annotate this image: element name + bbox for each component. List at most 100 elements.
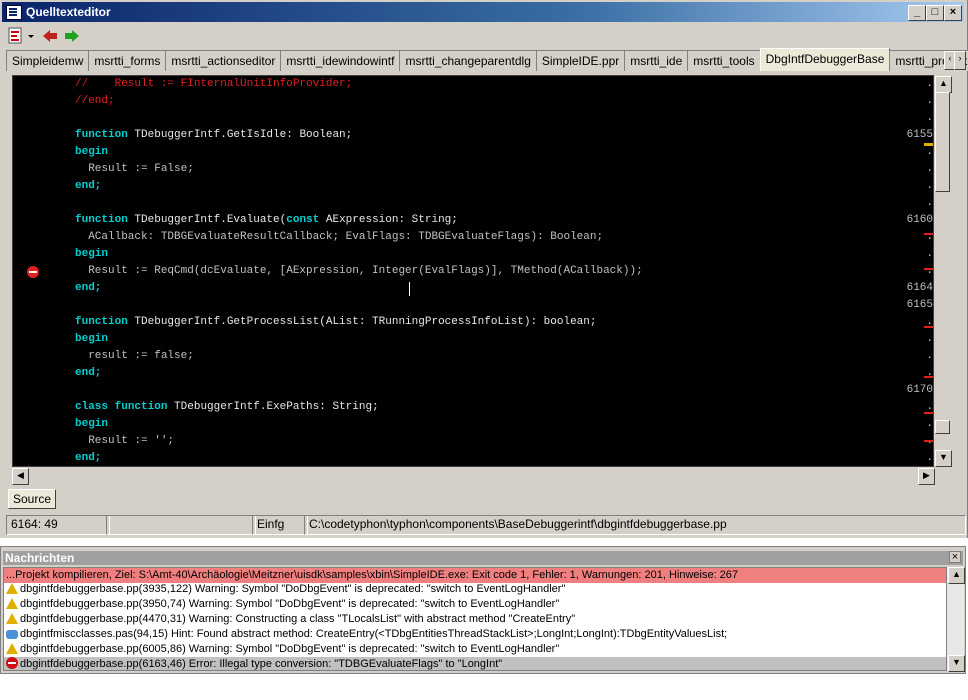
code-text: end; <box>75 452 102 464</box>
code-text: end; <box>75 367 102 379</box>
editor-horizontal-scrollbar[interactable]: ◀ ▶ <box>12 468 935 485</box>
editor-vertical-scrollbar[interactable]: ▲ ▼ <box>934 75 952 467</box>
code-line[interactable]: . begin <box>13 246 933 263</box>
line-number: . <box>926 146 933 158</box>
overview-error-mark <box>924 233 933 235</box>
forward-arrow-icon[interactable] <box>64 27 80 45</box>
message-row[interactable]: dbgintfmiscclasses.pas(94,15) Hint: Foun… <box>4 627 946 642</box>
messages-panel: Nachrichten × ...Projekt kompilieren, Zi… <box>0 546 966 674</box>
source-file-icon[interactable] <box>8 27 22 45</box>
code-line[interactable]: 6165 <box>13 297 933 314</box>
code-text: //end; <box>75 95 115 107</box>
scroll-down-icon[interactable]: ▼ <box>935 450 952 467</box>
tab-msrtti-idewindowintf[interactable]: msrtti_idewindowintf <box>280 50 401 71</box>
title-bar[interactable]: Quelltexteditor _ □ × <box>2 2 964 22</box>
tab-msrtti-changeparentdlg[interactable]: msrtti_changeparentdlg <box>399 50 537 71</box>
scroll-up-icon[interactable]: ▲ <box>948 567 965 584</box>
tab-dbgintfdebuggerbase[interactable]: DbgIntfDebuggerBase <box>759 48 891 71</box>
message-row[interactable]: dbgintfdebuggerbase.pp(3950,74) Warning:… <box>4 597 946 612</box>
modified-indicator <box>106 515 256 535</box>
code-editor[interactable]: . // Result := FInternalUnitInfoProvider;… <box>12 75 934 467</box>
dropdown-arrow-icon[interactable] <box>26 27 36 45</box>
code-line[interactable]: . end; <box>13 365 933 382</box>
source-view-tab[interactable]: Source <box>8 489 56 509</box>
code-text: // Result := FInternalUnitInfoProvider; <box>75 78 353 90</box>
code-line[interactable]: . begin <box>13 331 933 348</box>
minimize-button[interactable]: _ <box>908 5 926 21</box>
line-number: 6160 <box>906 214 933 226</box>
line-number: 6155 <box>906 129 933 141</box>
code-text: begin <box>75 146 109 158</box>
code-line[interactable]: . //end; <box>13 93 933 110</box>
line-number: . <box>926 180 933 192</box>
code-text: function TDebuggerIntf.GetProcessList(AL… <box>75 316 597 328</box>
messages-list[interactable]: ...Projekt kompilieren, Ziel: S:\Amt-40\… <box>3 567 947 671</box>
code-text: class function TDebuggerIntf.ExePaths: S… <box>75 401 379 413</box>
scroll-page-button[interactable] <box>935 420 950 434</box>
code-text: ACallback: TDBGEvaluateResultCallback; E… <box>75 231 604 243</box>
code-line[interactable]: . Result := ReqCmd(dcEvaluate, [AExpress… <box>13 263 933 280</box>
scroll-thumb[interactable] <box>935 92 950 192</box>
code-line[interactable]: 6160 function TDebuggerIntf.Evaluate(cons… <box>13 212 933 229</box>
code-text: end; <box>75 282 102 294</box>
window-title: Quelltexteditor <box>26 5 111 19</box>
line-number: 6165 <box>906 299 933 311</box>
code-line[interactable]: . function TDebuggerIntf.GetProcessList(A… <box>13 314 933 331</box>
warning-icon <box>6 643 18 654</box>
message-row[interactable]: dbgintfdebuggerbase.pp(3935,122) Warning… <box>4 582 946 597</box>
code-text: Result := ''; <box>75 435 175 447</box>
code-line[interactable]: . begin <box>13 416 933 433</box>
warning-icon <box>6 598 18 609</box>
code-line[interactable]: . Result := ''; <box>13 433 933 450</box>
overview-error-mark <box>924 412 933 414</box>
messages-close-icon[interactable]: × <box>949 551 961 563</box>
message-build-summary[interactable]: ...Projekt kompilieren, Ziel: S:\Amt-40\… <box>4 568 946 583</box>
code-line[interactable]: . begin <box>13 144 933 161</box>
source-editor-window: Quelltexteditor _ □ × Simpleidemw msrtti_… <box>0 0 968 538</box>
code-line[interactable]: . Result := False; <box>13 161 933 178</box>
line-number: . <box>926 316 933 328</box>
line-number: . <box>926 333 933 345</box>
scroll-down-icon[interactable]: ▼ <box>948 655 965 672</box>
tab-scroll-buttons[interactable]: ‹ › <box>944 51 966 70</box>
tab-simpleidemw[interactable]: Simpleidemw <box>6 50 90 71</box>
tab-msrtti-forms[interactable]: msrtti_forms <box>88 50 167 71</box>
code-line[interactable]: 6155 function TDebuggerIntf.GetIsIdle: Bo… <box>13 127 933 144</box>
messages-vertical-scrollbar[interactable]: ▲ ▼ <box>947 567 965 672</box>
code-line[interactable]: . class function TDebuggerIntf.ExePaths: … <box>13 399 933 416</box>
tab-msrtti-tools[interactable]: msrtti_tools <box>687 50 761 71</box>
code-text: begin <box>75 248 109 260</box>
code-line[interactable]: . ACallback: TDBGEvaluateResultCallback;… <box>13 229 933 246</box>
messages-title: Nachrichten <box>3 551 963 565</box>
line-number: . <box>926 78 933 90</box>
code-line[interactable]: 6170 <box>13 382 933 399</box>
line-number: 6164 <box>906 282 933 294</box>
message-row-selected[interactable]: dbgintfdebuggerbase.pp(6163,46) Error: I… <box>4 657 946 670</box>
code-text: result := false; <box>75 350 194 362</box>
line-number: . <box>926 231 933 243</box>
code-line[interactable]: . end; <box>13 178 933 195</box>
warning-icon <box>6 613 18 624</box>
code-line[interactable]: . <box>13 110 933 127</box>
message-row[interactable]: dbgintfdebuggerbase.pp(4470,31) Warning:… <box>4 612 946 627</box>
scroll-up-icon[interactable]: ▲ <box>935 76 952 93</box>
overview-warning-mark <box>924 143 933 146</box>
scroll-left-icon[interactable]: ◀ <box>12 468 29 485</box>
message-row[interactable]: dbgintfdebuggerbase.pp(6005,86) Warning:… <box>4 642 946 657</box>
code-line[interactable]: . // Result := FInternalUnitInfoProvider; <box>13 76 933 93</box>
scroll-right-icon[interactable]: ▶ <box>918 468 935 485</box>
maximize-button[interactable]: □ <box>926 5 944 21</box>
tab-simpleide-ppr[interactable]: SimpleIDE.ppr <box>535 50 626 71</box>
tab-scroll-right-icon[interactable]: › <box>954 51 966 70</box>
code-line[interactable]: . end; <box>13 450 933 466</box>
code-text: Result := False; <box>75 163 194 175</box>
code-line[interactable]: . result := false; <box>13 348 933 365</box>
tab-msrtti-ide[interactable]: msrtti_ide <box>624 50 689 71</box>
code-line[interactable]: . <box>13 195 933 212</box>
back-arrow-icon[interactable] <box>42 27 58 45</box>
error-marker-icon[interactable] <box>27 266 39 278</box>
close-button[interactable]: × <box>944 5 962 21</box>
code-line[interactable]: 6164 end; <box>13 280 933 297</box>
line-number: . <box>926 248 933 260</box>
tab-msrtti-actionseditor[interactable]: msrtti_actionseditor <box>165 50 282 71</box>
